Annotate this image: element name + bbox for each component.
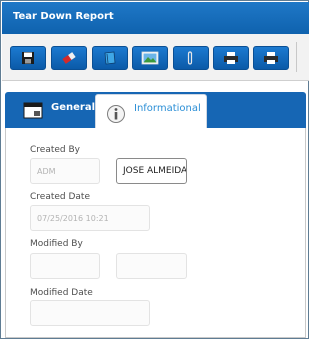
- attach-button[interactable]: [173, 46, 209, 70]
- window-title: Tear Down Report: [2, 2, 309, 34]
- informational-panel: Created By ADM JOSE ALMEIDA Created Date…: [5, 128, 306, 338]
- window-icon: [23, 102, 43, 119]
- image-button[interactable]: [132, 46, 168, 70]
- window-frame: Tear Down Report General Informational C…: [0, 0, 309, 339]
- print-preview-button[interactable]: [253, 46, 289, 70]
- modified-date-label: Modified Date: [30, 288, 93, 298]
- created-by-code-field[interactable]: ADM: [30, 158, 100, 184]
- created-by-name-field[interactable]: JOSE ALMEIDA: [116, 158, 187, 184]
- notebook-button[interactable]: [92, 46, 128, 70]
- printer-icon: [264, 52, 278, 64]
- notebook-icon: [104, 51, 116, 65]
- print-button[interactable]: [213, 46, 249, 70]
- eraser-icon: [62, 52, 76, 64]
- created-by-label: Created By: [30, 145, 80, 155]
- info-icon: [107, 105, 125, 123]
- tab-general[interactable]: General: [13, 92, 95, 128]
- save-button[interactable]: [10, 46, 46, 70]
- printer-icon: [224, 52, 238, 64]
- toolbar-divider: [296, 42, 297, 72]
- tab-informational-label: Informational: [134, 103, 201, 114]
- created-date-label: Created Date: [30, 192, 90, 202]
- tab-informational[interactable]: Informational: [95, 94, 207, 128]
- modified-by-code-field[interactable]: [30, 253, 100, 279]
- modified-by-label: Modified By: [30, 239, 83, 249]
- tab-general-label: General: [51, 102, 95, 113]
- floppy-disk-icon: [22, 52, 34, 64]
- eraser-button[interactable]: [51, 46, 87, 70]
- modified-by-name-field[interactable]: [116, 253, 187, 279]
- tab-bar: General Informational: [5, 92, 306, 128]
- paperclip-icon: [187, 51, 193, 65]
- modified-date-field[interactable]: [30, 300, 150, 326]
- image-icon: [141, 51, 159, 65]
- created-date-field[interactable]: 07/25/2016 10:21: [30, 205, 150, 231]
- toolbar: [2, 34, 309, 81]
